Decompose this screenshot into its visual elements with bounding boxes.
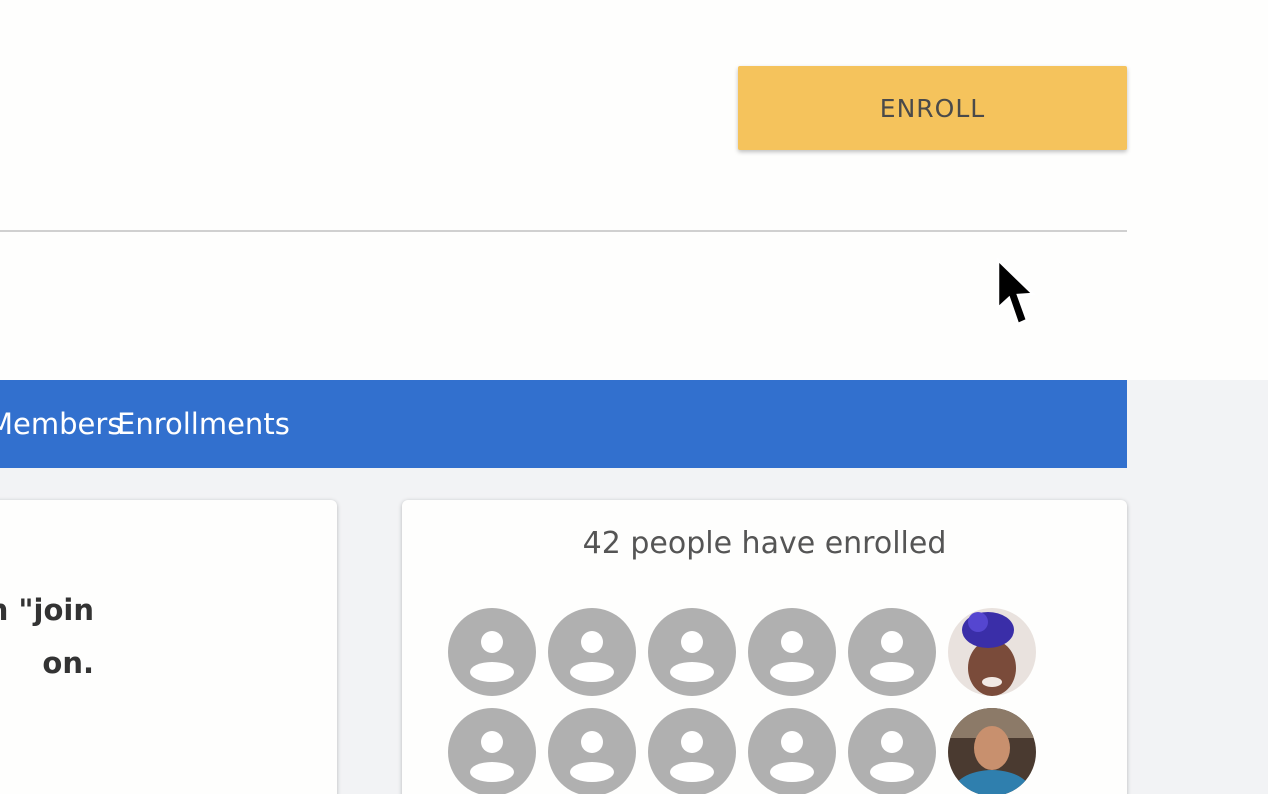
tab-enrollments[interactable]: Enrollments <box>117 380 290 468</box>
default-avatar-icon <box>848 608 936 696</box>
tab-enrollments-label: Enrollments <box>117 407 290 441</box>
default-avatar-icon <box>848 708 936 794</box>
tab-members-label: Members <box>0 407 123 441</box>
description-card: n "join on. <box>0 500 337 794</box>
divider <box>0 230 1127 232</box>
enrollment-count: 42 people have enrolled <box>582 526 947 561</box>
default-avatar-icon <box>448 708 536 794</box>
tab-members[interactable]: Members <box>0 380 122 468</box>
default-avatar-icon <box>448 608 536 696</box>
description-line-1: n "join <box>0 593 94 627</box>
default-avatar-icon <box>748 608 836 696</box>
tab-bar: Members Enrollments <box>0 380 1127 468</box>
default-avatar-icon <box>648 608 736 696</box>
default-avatar-icon <box>548 608 636 696</box>
page: ENROLL Members Enrollments n "join on. 4… <box>0 0 1268 794</box>
course-header: ENROLL <box>0 0 1268 380</box>
description-line-2: on. <box>42 646 94 680</box>
mouse-pointer-icon <box>996 258 1036 326</box>
description-text: n "join on. <box>0 584 94 690</box>
default-avatar-icon <box>648 708 736 794</box>
enroll-button[interactable]: ENROLL <box>738 66 1127 150</box>
enrollments-card: 42 people have enrolled <box>402 500 1127 794</box>
default-avatar-icon <box>748 708 836 794</box>
user-avatar <box>948 608 1036 696</box>
default-avatar-icon <box>548 708 636 794</box>
user-avatar <box>948 708 1036 794</box>
